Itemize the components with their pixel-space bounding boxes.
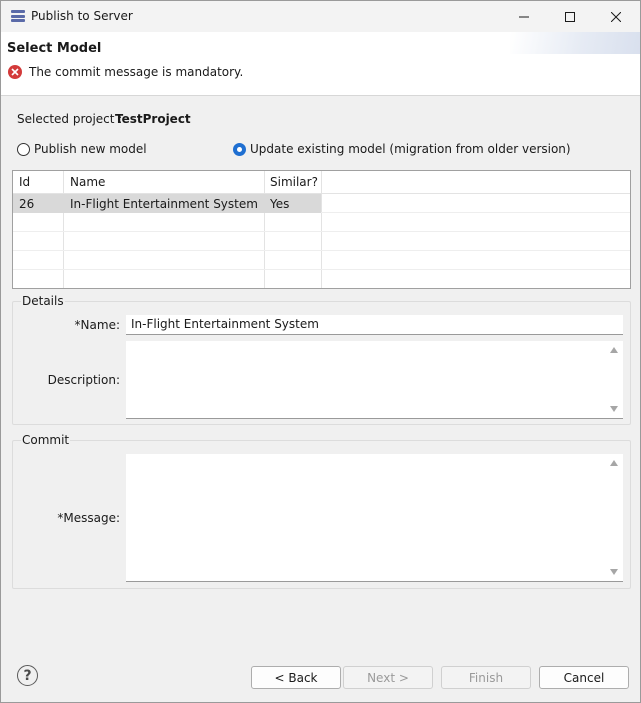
commit-group: Commit *Message:: [12, 433, 631, 589]
radio-unchecked-icon: [17, 142, 30, 156]
table-header: Id Name Similar?: [13, 171, 630, 194]
scroll-down-icon[interactable]: [610, 406, 618, 412]
empty-row: [13, 251, 630, 270]
details-group-label: Details: [21, 294, 65, 308]
scroll-up-icon[interactable]: [610, 347, 618, 353]
scroll-down-icon[interactable]: [610, 569, 618, 575]
details-group: Details *Name: In-Flight Entertainment S…: [12, 294, 631, 425]
name-label: *Name:: [74, 318, 120, 332]
page-title: Select Model: [7, 41, 102, 56]
maximize-icon: [565, 11, 575, 22]
empty-row: [13, 232, 630, 251]
minimize-icon: [519, 16, 529, 17]
description-label: Description:: [47, 373, 120, 387]
wizard-header: Select Model The commit message is manda…: [1, 32, 640, 96]
commit-message-field[interactable]: [126, 454, 623, 582]
description-scrollbar[interactable]: [606, 341, 623, 418]
selected-project-value: TestProject: [115, 112, 191, 126]
publish-new-model-label: Publish new model: [34, 142, 147, 156]
column-header-id[interactable]: Id: [19, 175, 30, 189]
next-button[interactable]: Next >: [343, 666, 433, 689]
column-header-name[interactable]: Name: [70, 175, 105, 189]
finish-button[interactable]: Finish: [441, 666, 531, 689]
empty-row: [13, 270, 630, 288]
commit-group-label: Commit: [21, 433, 71, 447]
publish-dialog: Publish to Server Select Model The commi…: [0, 0, 641, 703]
radio-checked-icon: [233, 142, 246, 156]
cell-similar: Yes: [270, 197, 290, 211]
selected-project-label: Selected project :: [17, 112, 123, 126]
help-icon[interactable]: ?: [17, 665, 38, 686]
table-row[interactable]: 26 In-Flight Entertainment System Yes: [13, 194, 630, 213]
name-field[interactable]: In-Flight Entertainment System: [126, 315, 623, 335]
close-icon: [611, 11, 621, 22]
message-label: *Message:: [57, 511, 120, 525]
update-existing-model-label: Update existing model (migration from ol…: [250, 142, 571, 156]
empty-row: [13, 213, 630, 232]
close-button[interactable]: [593, 1, 639, 32]
scroll-up-icon[interactable]: [610, 460, 618, 466]
publish-new-model-radio[interactable]: Publish new model: [17, 142, 147, 156]
models-table[interactable]: Id Name Similar? 26 In-Flight Entertainm…: [12, 170, 631, 289]
back-button[interactable]: < Back: [251, 666, 341, 689]
description-field[interactable]: [126, 341, 623, 419]
cell-name: In-Flight Entertainment System: [70, 197, 258, 211]
error-message: The commit message is mandatory.: [29, 65, 244, 79]
server-publish-icon: [11, 10, 25, 22]
cancel-button[interactable]: Cancel: [539, 666, 629, 689]
banner-decoration: [510, 32, 640, 54]
column-header-similar[interactable]: Similar?: [270, 175, 318, 189]
update-existing-model-radio[interactable]: Update existing model (migration from ol…: [233, 142, 571, 156]
title-bar: Publish to Server: [1, 1, 640, 32]
message-scrollbar[interactable]: [606, 454, 623, 581]
cell-id: 26: [19, 197, 35, 211]
window-title: Publish to Server: [31, 9, 133, 23]
minimize-button[interactable]: [501, 1, 547, 32]
maximize-button[interactable]: [547, 1, 593, 32]
error-icon: [8, 65, 22, 79]
